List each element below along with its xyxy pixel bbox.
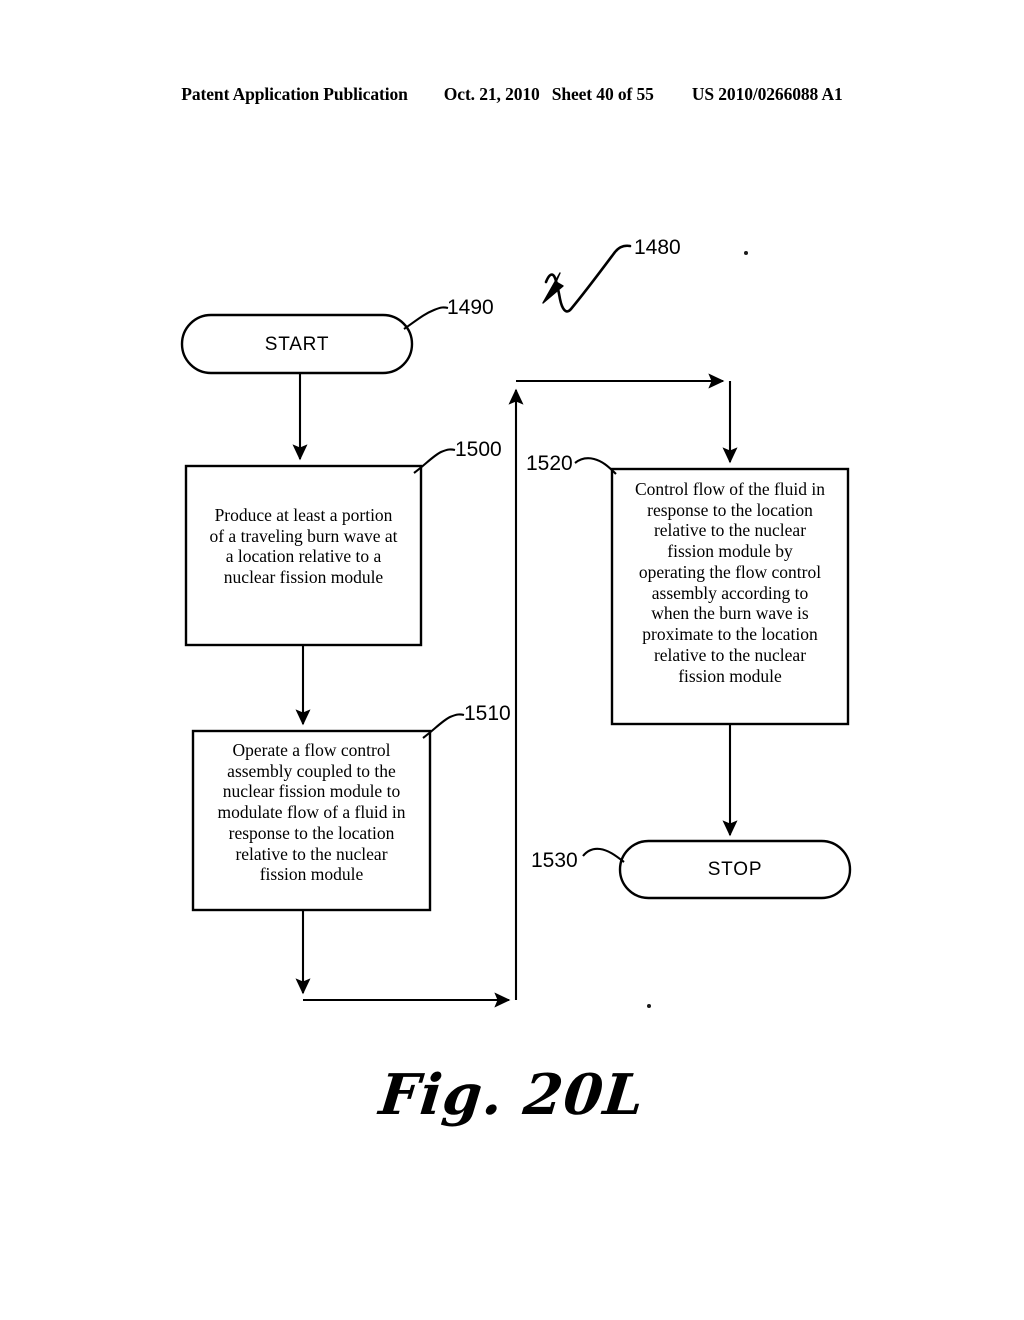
leader-line-1490 [403,306,449,330]
process-1520-line-8: proximate to the location [642,624,818,645]
reference-numeral-1480: 1480 [634,236,681,259]
process-1520-line-3: relative to the nuclear [653,520,807,541]
process-1520-line-4: fission module by [667,541,793,562]
scan-speck [744,251,748,255]
process-1520-line-6: assembly according to [651,582,809,603]
process-box-1510-text: Operate a flow control assembly coupled … [199,740,424,885]
process-1520-line-1: Control flow of the fluid in [634,479,826,499]
process-1520-line-7: when the burn wave is [651,603,809,624]
figure-caption-text: Fig. 20L [376,1062,648,1128]
start-terminal-label: START [264,334,330,355]
figure-caption: Fig. 20L [0,1062,1024,1128]
process-1500-line-3: a location relative to a [225,546,382,567]
process-1510-line-3: nuclear fission module to [222,781,401,802]
leader-line-1500 [413,448,456,474]
leader-line-1530 [582,847,625,863]
process-1520-line-9: relative to the nuclear [653,644,807,665]
reference-numeral-1520: 1520 [526,452,573,475]
process-1510-line-5: response to the location [228,822,395,843]
process-1510-line-7: fission module [259,864,364,885]
process-1500-line-1: Produce at least a portion [214,505,393,525]
reference-numeral-1530: 1530 [531,849,578,872]
leader-line-1520 [574,457,617,475]
reference-numeral-1500: 1500 [455,438,502,461]
reference-squiggle-arrow-1480 [544,244,632,313]
process-1510-line-6: relative to the nuclear [235,843,388,864]
process-1520-line-5: operating the flow control [638,561,822,582]
scan-speck [647,1004,651,1008]
reference-numeral-1510: 1510 [464,702,511,725]
stop-terminal-label: STOP [707,859,763,880]
process-box-1500-text: Produce at least a portion of a travelin… [192,505,415,588]
process-1520-line-10: fission module [678,665,782,686]
process-1510-line-2: assembly coupled to the [227,760,396,781]
leader-line-1510 [422,713,465,739]
process-1500-line-4: nuclear fission module [223,567,384,588]
reference-numeral-1490: 1490 [447,296,494,319]
process-1510-line-1: Operate a flow control [232,740,391,760]
process-1520-line-2: response to the location [647,499,813,520]
process-box-1520-text: Control flow of the fluid in response to… [618,479,842,686]
process-1510-line-4: modulate flow of a fluid in [217,802,406,823]
process-1500-line-2: of a traveling burn wave at [209,525,398,546]
